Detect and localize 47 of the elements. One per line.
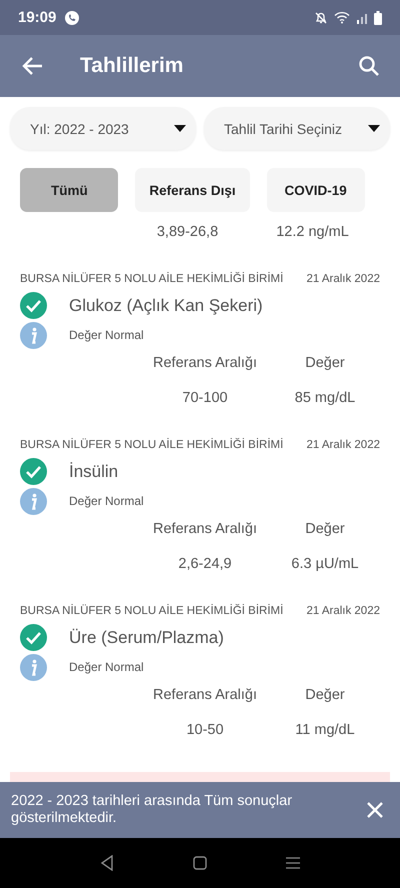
result-value: 85 mg/dL <box>294 390 356 406</box>
filter-chip[interactable]: Tümü <box>20 168 118 212</box>
back-arrow-icon[interactable] <box>22 55 44 77</box>
status-note: Değer Normal <box>69 494 144 508</box>
column-label: Referans Aralığı <box>152 521 258 537</box>
dropdown-caret-icon <box>368 125 380 132</box>
clinic-name: BURSA NİLÜFER 5 NOLU AİLE HEKİMLİĞİ BİRİMİ <box>20 273 284 285</box>
column-label: Referans Aralığı <box>152 687 258 703</box>
chat-app-icon <box>64 10 80 26</box>
range-value: 70-100 <box>181 390 229 406</box>
result-value: 12.2 ng/mL <box>275 224 350 240</box>
column-label: Değer <box>304 687 346 703</box>
column-label: Değer <box>304 355 346 371</box>
range-value: 3,89-26,8 <box>156 224 220 240</box>
dropdown[interactable]: Yıl: 2022 - 2023 <box>10 107 196 150</box>
status-time: 19:09 <box>18 9 56 26</box>
search-icon[interactable] <box>358 55 380 77</box>
screen-title: Tahlillerim <box>80 54 184 78</box>
clinic-name: BURSA NİLÜFER 5 NOLU AİLE HEKİMLİĞİ BİRİMİ <box>20 605 284 617</box>
battery-icon <box>374 10 382 24</box>
home-square-icon[interactable] <box>192 856 207 870</box>
result-date: 21 Aralık 2022 <box>306 439 380 451</box>
filter-chip[interactable]: Referans Dışı <box>135 168 250 212</box>
result-value: 6.3 µU/mL <box>290 556 360 572</box>
clinic-name: BURSA NİLÜFER 5 NOLU AİLE HEKİMLİĞİ BİRİMİ <box>20 439 284 451</box>
back-triangle-icon[interactable] <box>100 855 114 871</box>
test-name: Glukoz (Açlık Kan Şekeri) <box>69 296 263 316</box>
result-date: 21 Aralık 2022 <box>306 273 380 285</box>
dropdown[interactable]: Tahlil Tarihi Seçiniz <box>204 107 390 150</box>
column-label: Değer <box>304 521 346 537</box>
filter-chip[interactable]: COVID-19 <box>266 168 365 212</box>
dropdown-caret-icon <box>174 125 186 132</box>
close-icon[interactable] <box>366 801 384 819</box>
snackbar-message: 2022 - 2023 tarihleri arasında Tüm sonuçlar gösterilmektedir. <box>11 793 294 827</box>
status-note: Değer Normal <box>69 328 144 342</box>
column-label: Referans Aralığı <box>152 355 258 371</box>
range-value: 2,6-24,9 <box>177 556 233 572</box>
range-value: 10-50 <box>185 722 225 738</box>
status-note: Değer Normal <box>69 660 144 674</box>
wifi-icon <box>334 11 350 24</box>
test-name: Üre (Serum/Plazma) <box>69 628 224 648</box>
result-value: 11 mg/dL <box>294 722 356 738</box>
signal-icon <box>356 12 368 24</box>
test-name: İnsülin <box>69 462 118 482</box>
result-date: 21 Aralık 2022 <box>306 605 380 617</box>
recent-apps-icon[interactable] <box>286 856 300 870</box>
mute-bell-icon <box>314 10 328 24</box>
